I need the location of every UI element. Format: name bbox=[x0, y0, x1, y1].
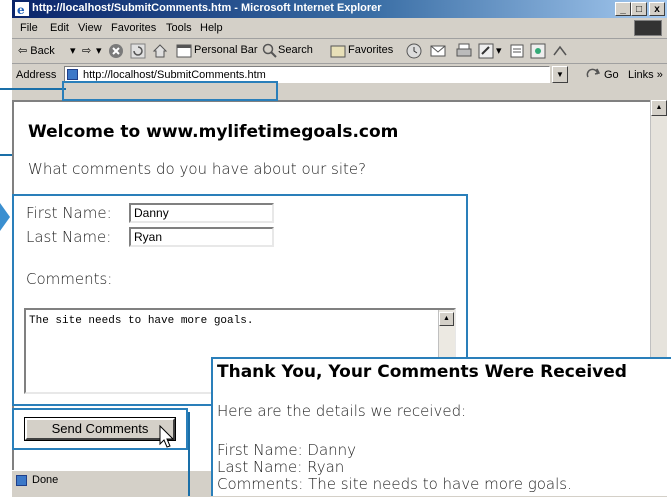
go-arrow-icon bbox=[586, 68, 600, 78]
personal-bar-button[interactable]: Personal Bar bbox=[194, 44, 258, 56]
result-title: Thank You, Your Comments Were Received bbox=[217, 362, 627, 382]
menu-view[interactable]: View bbox=[78, 22, 102, 34]
discuss-icon[interactable] bbox=[510, 43, 526, 59]
messenger-icon[interactable] bbox=[530, 43, 546, 59]
back-button[interactable]: ⇦ Back bbox=[18, 44, 55, 57]
history-icon[interactable] bbox=[406, 43, 422, 59]
callout-line-button bbox=[188, 412, 190, 496]
status-page-icon bbox=[16, 475, 27, 486]
personal-bar-icon bbox=[176, 44, 192, 58]
callout-arrow-icon bbox=[0, 203, 10, 231]
favorites-button[interactable]: Favorites bbox=[348, 44, 393, 56]
page-icon bbox=[67, 69, 78, 80]
minimize-button[interactable]: _ bbox=[615, 2, 631, 16]
result-first-name: First Name: Danny bbox=[217, 441, 357, 459]
print-icon[interactable] bbox=[456, 43, 472, 59]
search-button[interactable]: Search bbox=[278, 44, 313, 56]
menu-bar: File Edit View Favorites Tools Help bbox=[12, 18, 667, 39]
mail-icon[interactable] bbox=[430, 43, 450, 59]
address-label: Address bbox=[16, 69, 57, 81]
go-button[interactable]: Go bbox=[604, 69, 619, 81]
page-question: What comments do you have about our site… bbox=[28, 160, 367, 178]
status-text: Done bbox=[32, 474, 59, 486]
result-last-name: Last Name: Ryan bbox=[217, 458, 345, 476]
callout-line-page bbox=[0, 154, 12, 156]
scroll-up-icon[interactable]: ▲ bbox=[651, 100, 667, 116]
menu-edit[interactable]: Edit bbox=[50, 22, 69, 34]
title-bar[interactable]: e http://localhost/SubmitComments.htm - … bbox=[12, 0, 667, 18]
callout-line-address bbox=[0, 88, 66, 90]
forward-button[interactable]: ⇨ bbox=[82, 44, 91, 57]
search-icon bbox=[262, 43, 277, 58]
favorites-icon bbox=[330, 45, 346, 58]
edit-icon[interactable] bbox=[478, 43, 494, 59]
page-heading: Welcome to www.mylifetimegoals.com bbox=[28, 122, 399, 142]
close-button[interactable]: x bbox=[649, 2, 665, 16]
menu-file[interactable]: File bbox=[20, 22, 38, 34]
svg-text:e: e bbox=[17, 3, 25, 16]
menu-help[interactable]: Help bbox=[200, 22, 223, 34]
windows-logo-icon bbox=[634, 20, 662, 36]
menu-favorites[interactable]: Favorites bbox=[111, 22, 156, 34]
links-button[interactable]: Links » bbox=[628, 69, 663, 81]
home-icon[interactable] bbox=[152, 43, 168, 59]
callout-frame-button bbox=[12, 408, 188, 450]
menu-tools[interactable]: Tools bbox=[166, 22, 192, 34]
edit-dropdown-icon[interactable]: ▾ bbox=[496, 44, 502, 57]
window-title: http://localhost/SubmitComments.htm - Mi… bbox=[32, 2, 382, 14]
back-dropdown-icon[interactable]: ▾ bbox=[70, 44, 76, 57]
ie-icon: e bbox=[15, 2, 29, 16]
callout-frame-address bbox=[62, 81, 278, 101]
stop-icon[interactable] bbox=[108, 43, 124, 59]
result-comments: Comments: The site needs to have more go… bbox=[217, 475, 572, 493]
refresh-icon[interactable] bbox=[130, 43, 146, 59]
address-dropdown-icon[interactable]: ▼ bbox=[552, 66, 568, 83]
address-url: http://localhost/SubmitComments.htm bbox=[83, 69, 266, 81]
standard-toolbar: ⇦ Back ▾ ⇨ ▾ Personal Bar Search Favorit… bbox=[12, 39, 667, 64]
result-intro: Here are the details we received: bbox=[217, 402, 467, 420]
forward-dropdown-icon[interactable]: ▾ bbox=[96, 44, 102, 57]
research-icon[interactable] bbox=[552, 43, 568, 59]
maximize-button[interactable]: □ bbox=[631, 2, 647, 16]
